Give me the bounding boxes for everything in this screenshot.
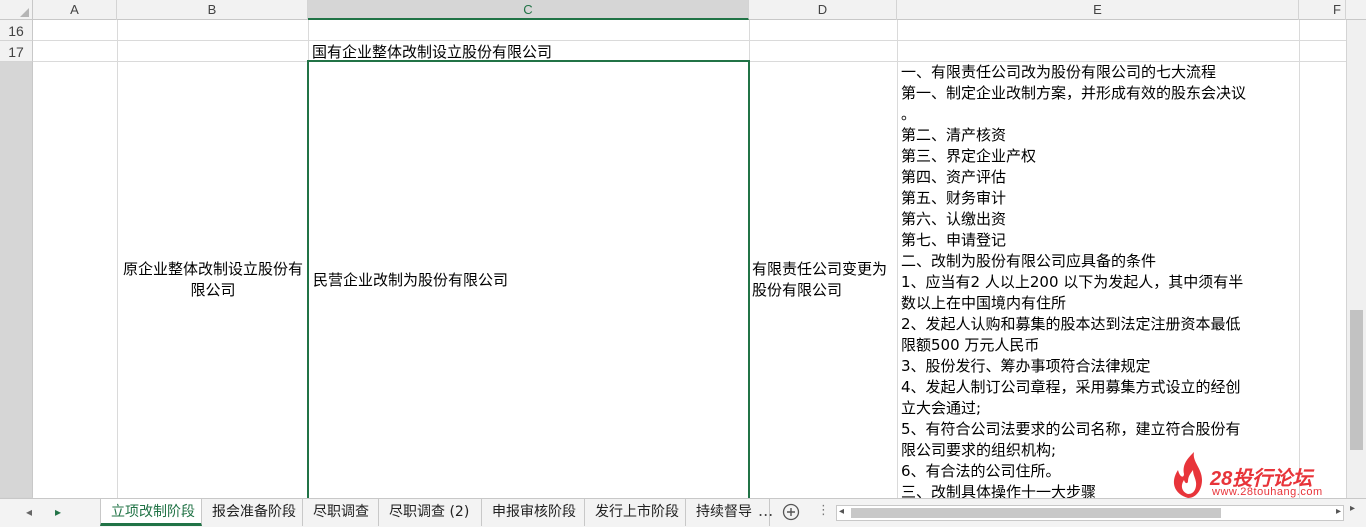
cell-e18-line: 数以上在中国境内有住所 [901,294,1067,312]
cell-e18-line: 立大会通过; [901,399,982,417]
cell-e18[interactable]: 一、有限责任公司改为股份有限公司的七大流程第一、制定企业改制方案，并形成有效的股… [901,62,1297,498]
cell-e18-line: 第二、清产核资 [901,126,1007,144]
row-header-16[interactable]: 16 [0,20,33,41]
column-header-bar: A B C D E F [0,0,1366,20]
watermark-url: www.28touhang.com [1212,486,1323,498]
cell-e18-line: 一、有限责任公司改为股份有限公司的七大流程 [901,63,1217,81]
col-header-c[interactable]: C [308,0,749,20]
col-header-b[interactable]: B [117,0,308,20]
sheet-tab[interactable]: 发行上市阶段 [585,499,686,526]
col-header-f[interactable]: F [1299,0,1346,20]
watermark-logo: 28投行论坛 www.28touhang.com [1168,452,1348,500]
cell-e18-line: 1、应当有2 人以上200 以下为发起人，其中须有半 [901,273,1244,291]
cell-e18-line: 4、发起人制订公司章程，采用募集方式设立的经创 [901,378,1241,396]
sheet-tab[interactable]: 报会准备阶段 [202,499,303,526]
sheet-tab-bar: ◂ ▸ 立项改制阶段 报会准备阶段 尽职调查 尽职调查 (2) 申报审核阶段 发行上市阶段… [0,498,1366,527]
scroll-right-arrow-icon[interactable]: ▸ [1336,506,1341,517]
splitter-handle-icon[interactable]: ⋮ [817,503,830,518]
row-header-18[interactable] [0,62,33,498]
sheet-tab[interactable]: 尽职调查 (2) [379,499,482,526]
cell-e18-line: 第七、申请登记 [901,231,1007,249]
sheet-tab[interactable]: 申报审核阶段 [482,499,585,526]
cell-b18[interactable]: 原企业整体改制设立股份有限公司 [118,62,308,498]
cell-c18[interactable]: 民营企业改制为股份有限公司 [313,62,747,498]
cell-e18-line: 第三、界定企业产权 [901,147,1037,165]
tab-scroll-right-icon[interactable]: ▸ [55,505,61,519]
cell-e18-line: 第六、认缴出资 [901,210,1007,228]
col-header-d[interactable]: D [749,0,897,20]
cell-b18-text: 原企业整体改制设立股份有限公司 [122,260,303,299]
cell-e18-line: 第四、资产评估 [901,168,1007,186]
cell-e18-lines: 一、有限责任公司改为股份有限公司的七大流程第一、制定企业改制方案，并形成有效的股… [901,62,1297,498]
horizontal-scrollbar[interactable]: ◂ ▸ [836,505,1344,521]
select-all-corner[interactable] [0,0,33,20]
cell-c18-text: 民营企业改制为股份有限公司 [313,270,509,289]
gridline [33,40,1346,41]
cell-e18-line: 第一、制定企业改制方案，并形成有效的股东会决议 [901,84,1247,102]
add-sheet-icon[interactable] [782,503,800,521]
cell-e18-line: 。 [901,105,917,123]
cell-d18[interactable]: 有限责任公司变更为股份有限公司 [752,62,896,498]
cell-e18-line: 2、发起人认购和募集的股本达到法定注册资本最低 [901,315,1241,333]
scroll-right-end-icon[interactable]: ▸ [1350,503,1355,514]
horizontal-scroll-thumb[interactable] [851,508,1221,518]
vertical-scroll-thumb[interactable] [1350,310,1363,450]
gridline [1299,20,1300,498]
cell-e18-line: 二、改制为股份有限公司应具备的条件 [901,252,1157,270]
cell-e18-line: 第五、财务审计 [901,189,1007,207]
vertical-scrollbar[interactable] [1346,20,1366,498]
tab-scroll-left-icon[interactable]: ◂ [26,505,32,519]
gridline [897,20,898,498]
sheet-tab[interactable]: 尽职调查 [303,499,379,526]
col-header-e[interactable]: E [897,0,1299,20]
cell-c17[interactable]: 国有企业整体改制设立股份有限公司 [312,42,748,62]
cell-e18-line: 5、有符合公司法要求的公司名称，建立符合股份有 [901,420,1241,438]
cell-e18-line: 限额500 万元人民币 [901,336,1040,354]
more-tabs-indicator[interactable]: ... [758,501,773,520]
sheet-tab[interactable]: 立项改制阶段 [100,499,202,526]
cell-d18-text: 有限责任公司变更为股份有限公司 [752,260,888,299]
row-header-17[interactable]: 17 [0,41,33,62]
scroll-left-arrow-icon[interactable]: ◂ [839,506,844,517]
cell-e18-line: 3、股份发行、筹办事项符合法律规定 [901,357,1151,375]
col-header-a[interactable]: A [33,0,117,20]
